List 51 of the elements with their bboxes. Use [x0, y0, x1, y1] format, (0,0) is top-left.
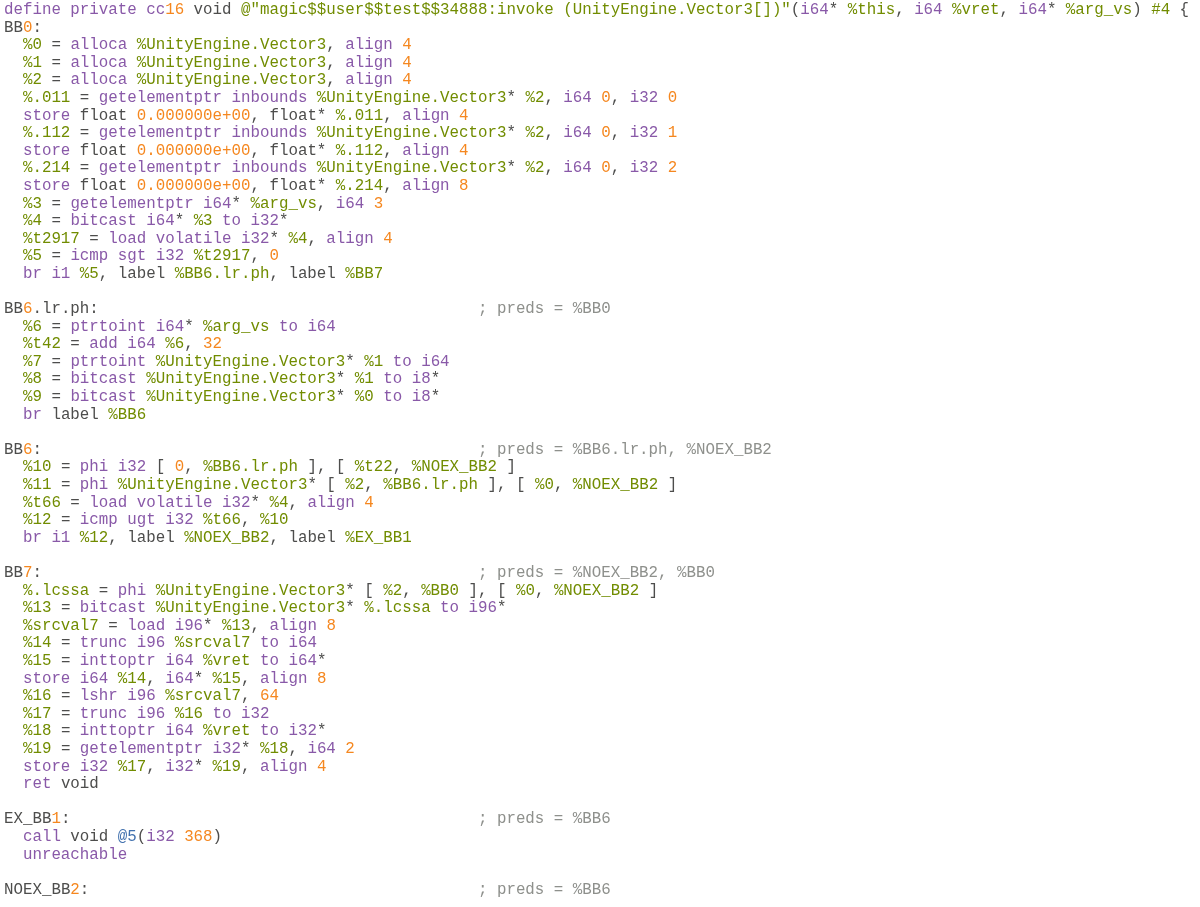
- code-comment: ; preds = %BB6: [477, 881, 611, 900]
- code-line: %2 = alloca %UnityEngine.Vector3, align 4: [22, 72, 412, 90]
- code-line: store float 0.000000e+00, float* %.011, align 4: [22, 107, 469, 125]
- code-line: %t2917 = load volatile i32* %4, align 4: [22, 230, 393, 248]
- code-line: %13 = bitcast %UnityEngine.Vector3* %.lcssa to i96*: [22, 600, 507, 618]
- block-label: EX_BB1:: [4, 811, 71, 829]
- block-label: BB6:: [4, 441, 42, 460]
- code-line: br i1 %5, label %BB6.lr.ph, label %BB7: [22, 265, 384, 284]
- block-label: BB7:: [4, 565, 42, 583]
- code-line: store float 0.000000e+00, float* %.214, align 8: [22, 177, 469, 196]
- code-line: %7 = ptrtoint %UnityEngine.Vector3* %1 to i64: [22, 353, 450, 371]
- code-line: %12 = icmp ugt i32 %t66, %10: [22, 512, 289, 530]
- code-comment: ; preds = %BB6.lr.ph, %NOEX_BB2: [477, 441, 772, 459]
- code-comment: ; preds = %BB6: [477, 811, 611, 829]
- code-line: %.lcssa = phi %UnityEngine.Vector3* [ %2, %BB0 ], [ %0, %NOEX_BB2 ]: [22, 582, 659, 600]
- code-line: %14 = trunc i96 %srcval7 to i64: [22, 635, 317, 653]
- code-line: %6 = ptrtoint i64* %arg_vs to i64: [22, 318, 336, 336]
- code-line: %17 = trunc i96 %16 to i32: [22, 705, 270, 723]
- code-line: unreachable: [22, 846, 128, 865]
- code-line: %.112 = getelementptr inbounds %UnityEngine.Vector3* %2, i64 0, i32 1: [22, 125, 678, 143]
- code-line: br i1 %12, label %NOEX_BB2, label %EX_BB1: [22, 529, 412, 548]
- code-line: %11 = phi %UnityEngine.Vector3* [ %2, %BB6.lr.ph ], [ %0, %NOEX_BB2 ]: [22, 477, 678, 495]
- code-line: %3 = getelementptr i64* %arg_vs, i64 3: [22, 195, 384, 213]
- code-line: %16 = lshr i96 %srcval7, 64: [22, 688, 279, 706]
- code-line: %0 = alloca %UnityEngine.Vector3, align 4: [22, 37, 412, 55]
- code-line: %.214 = getelementptr inbounds %UnityEngine.Vector3* %2, i64 0, i32 2: [22, 160, 678, 178]
- code-line: store i32 %17, i32* %19, align 4: [22, 758, 327, 776]
- code-line: define private cc16 void @"magic$$user$$test$$34888:invoke (UnityEngine.Vector3[])"(i64* %this, i64 %vret, i64* %arg_vs) #4 {: [4, 2, 1190, 20]
- code-line: %8 = bitcast %UnityEngine.Vector3* %1 to i8*: [22, 371, 441, 389]
- code-line: %t66 = load volatile i32* %4, align 4: [22, 494, 374, 512]
- block-label: NOEX_BB2:: [4, 881, 90, 900]
- code-line: %t42 = add i64 %6, 32: [22, 336, 223, 354]
- code-line: ret void: [22, 776, 99, 794]
- code-line: %9 = bitcast %UnityEngine.Vector3* %0 to i8*: [22, 389, 441, 407]
- code-line: %5 = icmp sgt i32 %t2917, 0: [22, 248, 279, 266]
- code-line: call void @5(i32 368): [22, 828, 223, 847]
- code-line: %18 = inttoptr i64 %vret to i32*: [22, 723, 327, 741]
- code-line: %1 = alloca %UnityEngine.Vector3, align 4: [22, 54, 412, 72]
- code-line: %19 = getelementptr i32* %18, i64 2: [22, 740, 355, 759]
- code-line: %srcval7 = load i96* %13, align 8: [22, 617, 336, 635]
- code-line: %4 = bitcast i64* %3 to i32*: [22, 213, 289, 231]
- code-line: %10 = phi i32 [ 0, %BB6.lr.ph ], [ %t22, %NOEX_BB2 ]: [22, 459, 516, 477]
- code-line: %15 = inttoptr i64 %vret to i64*: [22, 652, 327, 671]
- code-line: %.011 = getelementptr inbounds %UnityEngine.Vector3* %2, i64 0, i32 0: [22, 89, 678, 108]
- code-comment: ; preds = %BB0: [477, 301, 611, 319]
- code-line: store i64 %14, i64* %15, align 8: [22, 670, 327, 688]
- code-line: br label %BB6: [22, 406, 147, 425]
- block-label: BB6.lr.ph:: [4, 301, 99, 319]
- block-label: BB0:: [4, 19, 42, 38]
- code-line: store float 0.000000e+00, float* %.112, align 4: [22, 142, 469, 160]
- code-comment: ; preds = %NOEX_BB2, %BB0: [477, 565, 715, 583]
